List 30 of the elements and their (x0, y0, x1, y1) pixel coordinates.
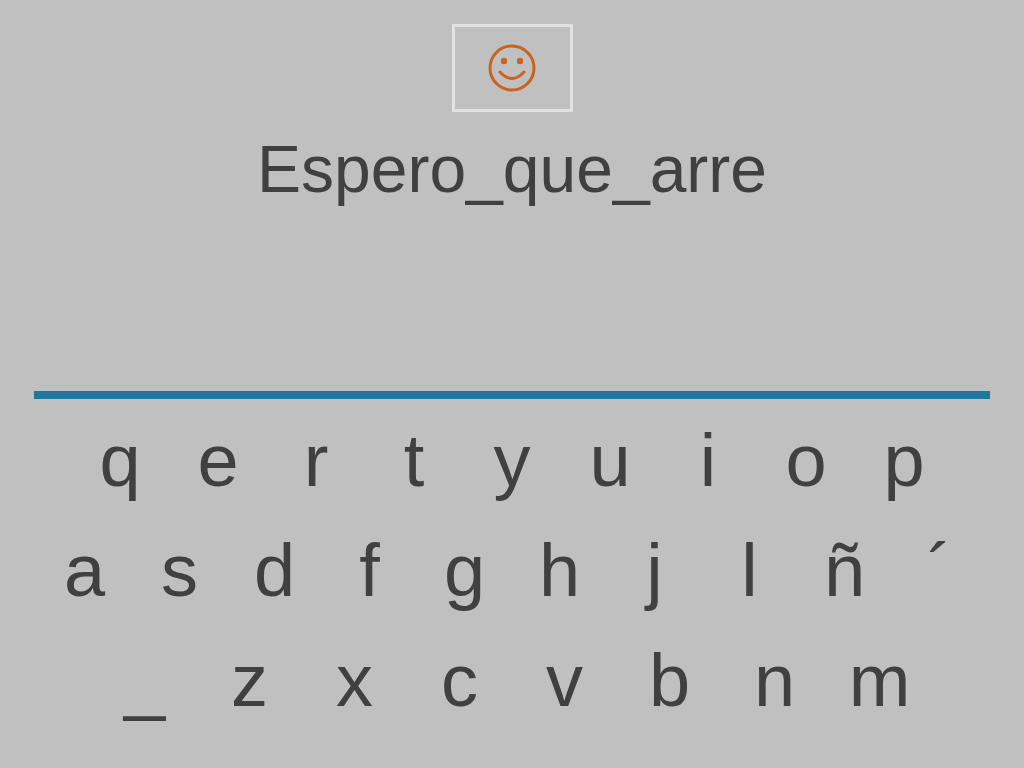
letter-key[interactable]: e (169, 421, 267, 501)
letter-key[interactable]: h (512, 531, 607, 611)
letter-key[interactable]: i (659, 421, 757, 501)
letter-key[interactable]: g (417, 531, 512, 611)
letter-key[interactable]: q (71, 421, 169, 501)
letter-key[interactable]: ñ (797, 531, 892, 611)
answer-text: Espero_que_arre (257, 132, 767, 206)
letter-key[interactable]: p (855, 421, 953, 501)
letter-key[interactable]: t (365, 421, 463, 501)
smiley-button[interactable] (451, 24, 573, 112)
letter-key[interactable]: j (607, 531, 702, 611)
letter-key[interactable]: f (322, 531, 417, 611)
letter-key[interactable]: _ (92, 641, 197, 721)
letter-key[interactable]: a (37, 531, 132, 611)
smiley-icon (487, 43, 537, 93)
letter-key[interactable]: c (407, 641, 512, 721)
letter-key[interactable]: o (757, 421, 855, 501)
letter-key[interactable]: n (722, 641, 827, 721)
letter-key[interactable]: ´ (892, 531, 987, 611)
letter-key[interactable]: b (617, 641, 722, 721)
letter-key[interactable]: d (227, 531, 322, 611)
letter-key[interactable]: z (197, 641, 302, 721)
letter-key[interactable]: y (463, 421, 561, 501)
letter-key[interactable]: v (512, 641, 617, 721)
letter-key[interactable]: x (302, 641, 407, 721)
letter-key[interactable]: u (561, 421, 659, 501)
letter-key[interactable]: l (702, 531, 797, 611)
letter-key[interactable]: s (132, 531, 227, 611)
letter-key[interactable]: m (827, 641, 932, 721)
letter-key[interactable]: r (267, 421, 365, 501)
